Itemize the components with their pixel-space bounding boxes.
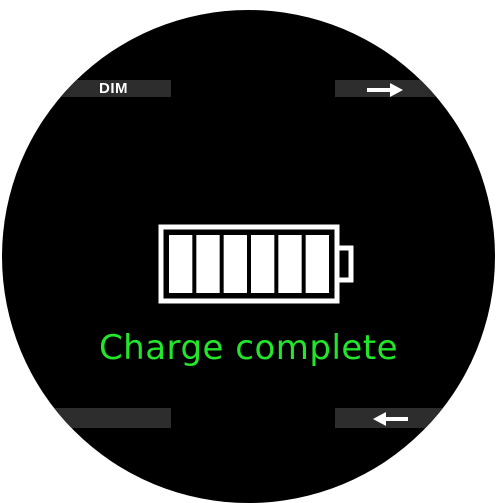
battery-cell [251, 235, 275, 293]
battery-cell [196, 235, 220, 293]
arrow-left-icon [373, 412, 408, 426]
next-button[interactable] [366, 83, 404, 97]
charge-status-text: Charge complete [98, 328, 399, 368]
battery-cells [169, 235, 329, 293]
battery-cell [278, 235, 302, 293]
battery-full-icon [158, 224, 354, 304]
dim-button[interactable]: DIM [99, 80, 128, 97]
battery-cell [223, 235, 247, 293]
battery-cell [305, 235, 329, 293]
arrow-right-icon [367, 83, 403, 97]
watch-display: DIM Charge complete [2, 10, 495, 503]
back-button[interactable] [373, 412, 409, 426]
battery-cell [169, 235, 193, 293]
